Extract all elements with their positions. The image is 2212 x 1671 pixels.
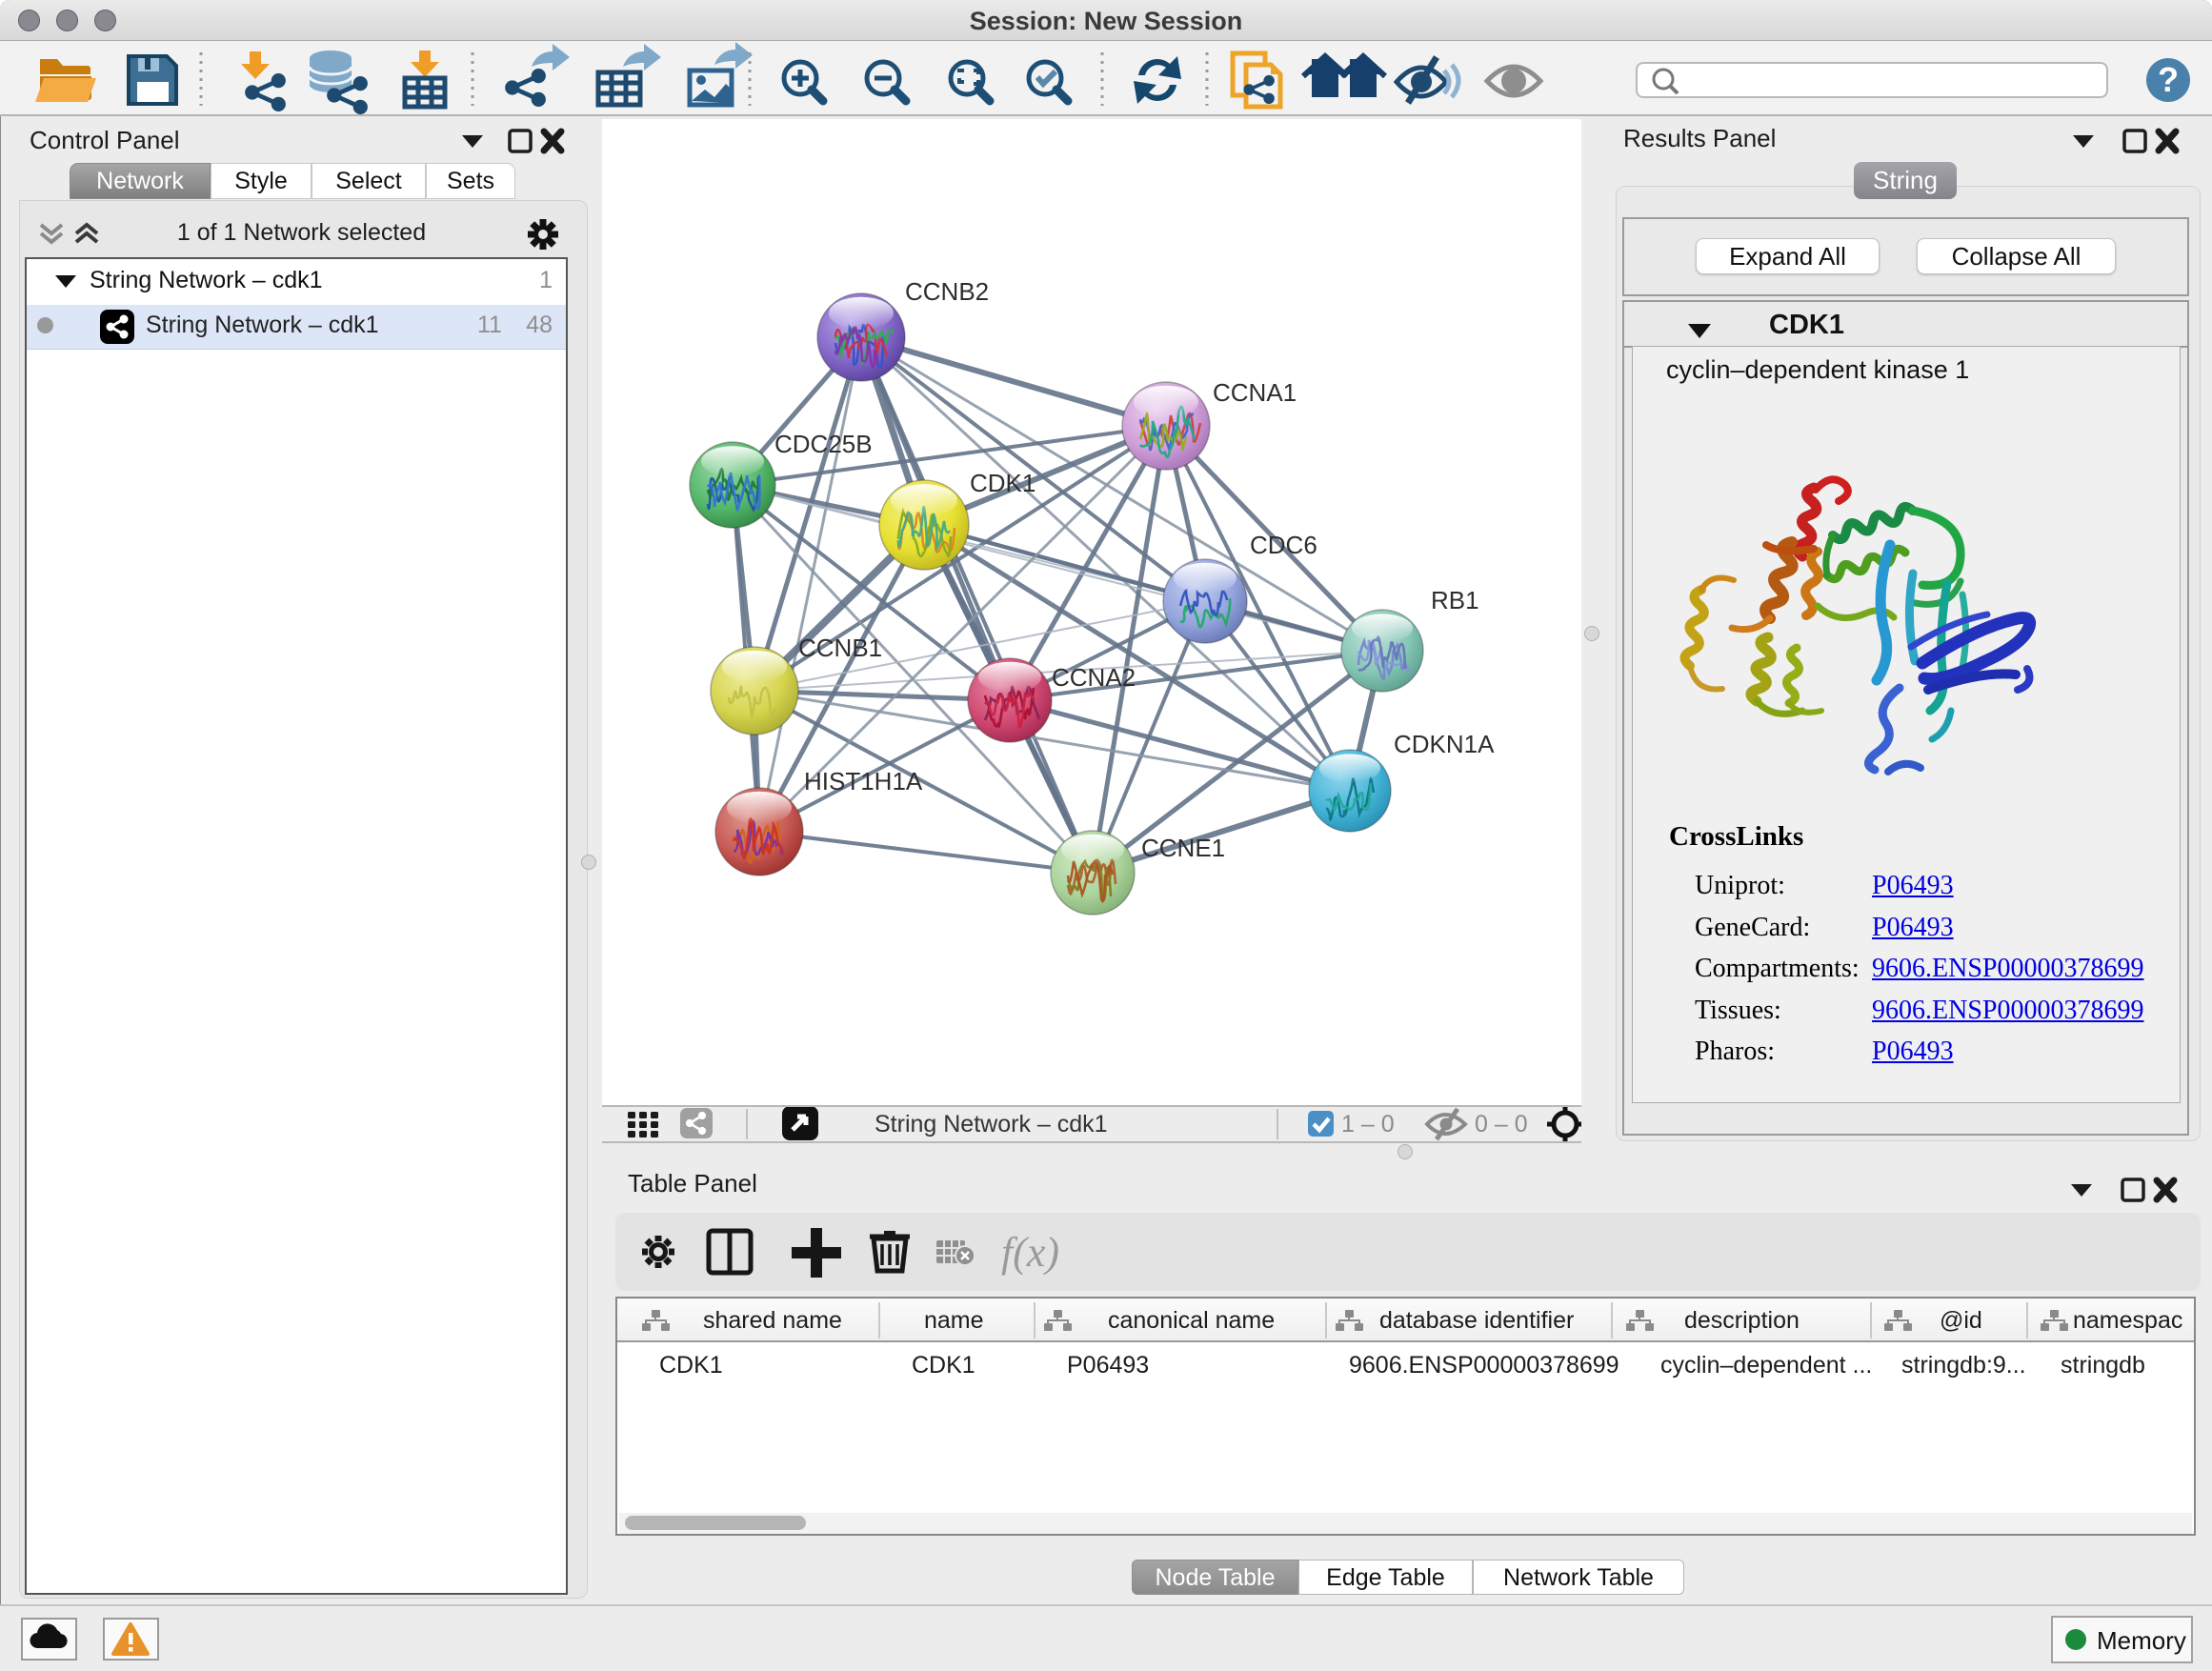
svg-text:database identifier: database identifier	[1379, 1307, 1574, 1334]
svg-text:CDK1: CDK1	[970, 469, 1036, 497]
svg-text:String Network – cdk1: String Network – cdk1	[875, 1111, 1108, 1137]
svg-text:description: description	[1684, 1307, 1800, 1334]
svg-text:canonical name: canonical name	[1108, 1307, 1275, 1334]
svg-text:CDC25B: CDC25B	[774, 430, 873, 458]
svg-text:0 – 0: 0 – 0	[1475, 1111, 1528, 1137]
svg-text:namespac: namespac	[2073, 1307, 2182, 1334]
svg-text:CCNE1: CCNE1	[1141, 834, 1225, 862]
svg-text:?: ?	[2158, 60, 2179, 99]
svg-text:1 – 0: 1 – 0	[1341, 1111, 1395, 1137]
svg-text:CDKN1A: CDKN1A	[1394, 730, 1495, 758]
svg-text:f(x): f(x)	[1001, 1229, 1059, 1276]
svg-text:CCNA1: CCNA1	[1213, 378, 1297, 407]
svg-text:RB1: RB1	[1431, 586, 1479, 614]
svg-text:CDC6: CDC6	[1250, 531, 1317, 559]
svg-text:@id: @id	[1940, 1307, 1982, 1334]
svg-text:CCNB2: CCNB2	[905, 277, 989, 306]
svg-text:CCNA2: CCNA2	[1052, 663, 1136, 692]
svg-text:shared name: shared name	[703, 1307, 842, 1334]
svg-text:name: name	[924, 1307, 984, 1334]
svg-text:CCNB1: CCNB1	[798, 634, 882, 662]
svg-text:HIST1H1A: HIST1H1A	[804, 767, 923, 795]
